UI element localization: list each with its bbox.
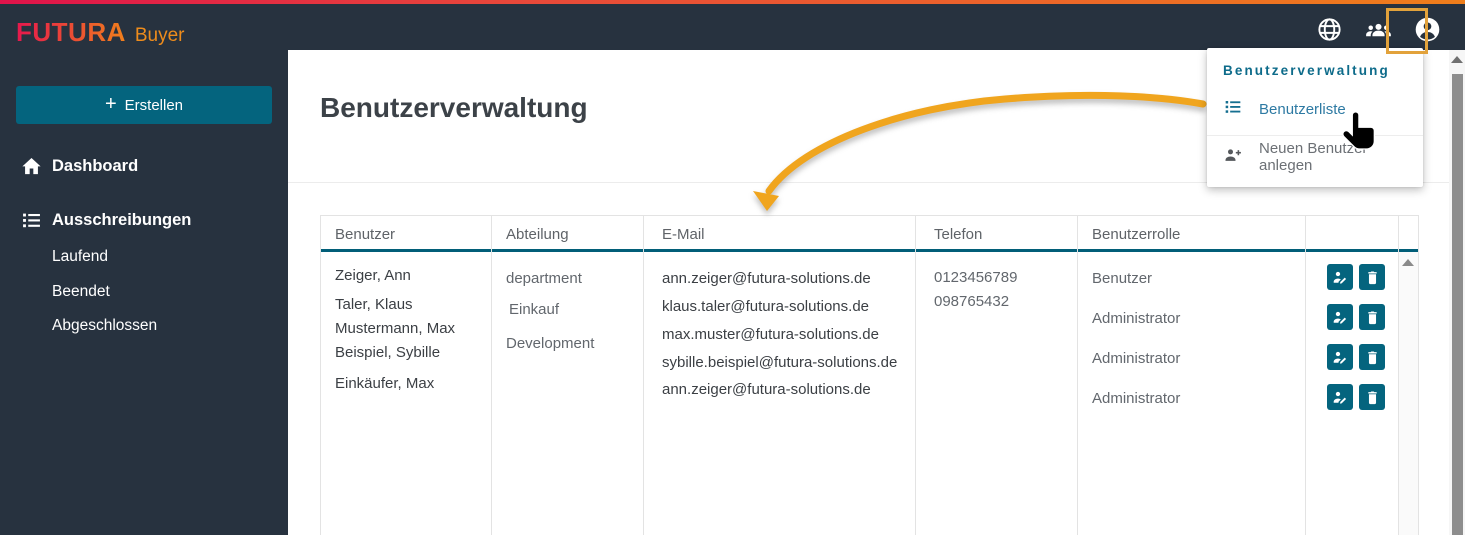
person-edit-icon [1333,311,1347,324]
user-name: Beispiel, Sybille [335,344,441,361]
user-management-menu: Benutzerverwaltung Benutzerliste Neuen B… [1207,48,1423,187]
column-header: E-Mail [662,226,705,243]
trash-icon [1367,310,1377,324]
phone-cell: 098765432 [934,293,1010,310]
role-cell: Administrator [1092,350,1181,367]
page-title: Benutzerverwaltung [320,92,588,123]
sidebar-item-label: Dashboard [52,156,139,175]
user-name: Mustermann, Max [335,320,456,337]
email-cell: klaus.taler@futura-solutions.de [662,298,869,315]
email-cell: max.muster@futura-solutions.de [662,326,879,343]
app-window: FUTURA Buyer + Erstellen Dashboard Aussc… [0,0,1465,535]
person-add-icon [1223,145,1243,170]
role-cell: Administrator [1092,310,1181,327]
create-button[interactable]: + Erstellen [16,86,272,124]
department-cell: Einkauf [509,301,560,318]
list-icon [1223,97,1243,122]
department-cell: department [506,270,582,287]
person-edit-icon [1333,351,1347,364]
column-benutzerrolle: Benutzerrolle Benutzer Administrator Adm… [1077,216,1305,535]
column-telefon: Telefon 0123456789 098765432 [915,216,1077,535]
user-name: Einkäufer, Max [335,375,435,392]
delete-user-button[interactable] [1359,384,1385,410]
sidebar-subitem-beendet[interactable]: Beendet [52,283,110,301]
users-icon-highlight-box [1386,8,1428,54]
menu-item-label: Neuen Benutzer anlegen [1259,140,1368,174]
menu-item-label: Benutzerliste [1259,100,1346,118]
phone-cell: 0123456789 [934,269,1018,286]
menu-item-neuen-benutzer-anlegen[interactable]: Neuen Benutzer anlegen [1207,139,1423,175]
sidebar-subitem-abgeschlossen[interactable]: Abgeschlossen [52,317,157,335]
brand-name: FUTURA [16,17,126,47]
sidebar-subitem-laufend[interactable]: Laufend [52,248,108,266]
trash-icon [1367,270,1377,284]
sidebar-item-label: Ausschreibungen [52,210,192,229]
plus-icon: + [104,93,117,115]
table-scrollbar-track[interactable] [1399,252,1418,535]
app-logo: FUTURA Buyer [16,17,185,48]
email-cell: sybille.beispiel@futura-solutions.de [662,354,898,371]
delete-user-button[interactable] [1359,264,1385,290]
sidebar-item-ausschreibungen[interactable]: Ausschreibungen [0,204,288,236]
main-scrollbar-thumb[interactable] [1452,74,1463,535]
home-icon [20,154,44,178]
sidebar-item-dashboard[interactable]: Dashboard [0,150,288,182]
person-edit-icon [1333,391,1347,404]
user-actions-row [1306,344,1398,370]
user-actions-row [1306,384,1398,410]
email-cell: ann.zeiger@futura-solutions.de [662,381,871,398]
user-actions-row [1306,304,1398,330]
user-actions-row [1306,264,1398,290]
globe-icon[interactable] [1316,16,1343,43]
column-header: Benutzerrolle [1092,226,1181,243]
department-cell: Development [506,335,595,352]
column-benutzer: Benutzer Zeiger, Ann Taler, Klaus Muster… [320,216,491,535]
column-email: E-Mail ann.zeiger@futura-solutions.de kl… [643,216,915,535]
product-name: Buyer [134,25,185,46]
column-header: Telefon [934,226,983,243]
column-header: Abteilung [506,226,569,243]
column-abteilung: Abteilung department Einkauf Development [491,216,643,535]
edit-user-button[interactable] [1327,264,1353,290]
user-name: Zeiger, Ann [335,267,411,284]
edit-user-button[interactable] [1327,344,1353,370]
person-edit-icon [1333,271,1347,284]
delete-user-button[interactable] [1359,344,1385,370]
trash-icon [1367,390,1377,404]
edit-user-button[interactable] [1327,384,1353,410]
menu-divider [1207,135,1423,136]
role-cell: Benutzer [1092,270,1153,287]
user-name: Taler, Klaus [335,296,413,313]
role-cell: Administrator [1092,390,1181,407]
list-icon [20,208,44,232]
create-button-label: Erstellen [124,96,184,114]
menu-item-benutzerliste[interactable]: Benutzerliste [1207,91,1423,127]
email-cell: ann.zeiger@futura-solutions.de [662,270,871,287]
column-actions [1305,216,1398,535]
trash-icon [1367,350,1377,364]
table-scroll-up-arrow[interactable] [1402,259,1414,266]
scrollbar-up-arrow[interactable] [1451,56,1463,63]
delete-user-button[interactable] [1359,304,1385,330]
main-scrollbar[interactable] [1449,50,1465,535]
column-header: Benutzer [335,226,396,243]
user-table: Benutzer Zeiger, Ann Taler, Klaus Muster… [320,215,1419,535]
sidebar: FUTURA Buyer + Erstellen Dashboard Aussc… [0,4,288,535]
edit-user-button[interactable] [1327,304,1353,330]
